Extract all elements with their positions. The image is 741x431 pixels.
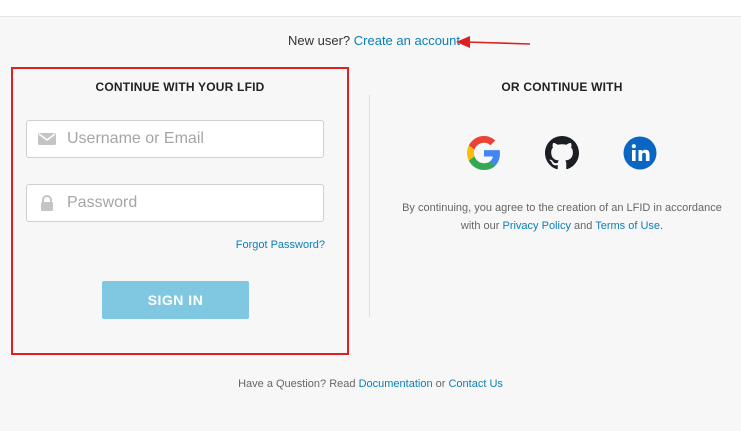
forgot-password-link[interactable]: Forgot Password? (236, 239, 325, 251)
lfid-section-title: CONTINUE WITH YOUR LFID (95, 80, 265, 94)
footer-or: or (435, 378, 446, 390)
lock-icon (41, 195, 53, 211)
envelope-icon (38, 133, 56, 145)
password-field-container (26, 184, 324, 222)
sign-in-button[interactable]: SIGN IN (102, 281, 249, 319)
linkedin-icon[interactable] (623, 136, 657, 170)
google-icon[interactable] (467, 136, 501, 170)
username-input[interactable] (67, 121, 317, 157)
documentation-link[interactable]: Documentation (359, 378, 433, 390)
privacy-policy-link[interactable]: Privacy Policy (502, 220, 570, 232)
username-field-container (26, 120, 324, 158)
red-arrow-annotation (456, 36, 531, 48)
social-section-title: OR CONTINUE WITH (501, 80, 623, 94)
github-icon[interactable] (545, 136, 579, 170)
new-user-text: New user? (288, 33, 351, 48)
footer-question: Have a Question? Read (238, 378, 356, 390)
contact-us-link[interactable]: Contact Us (448, 378, 502, 390)
agreement-and: and (574, 220, 593, 232)
vertical-divider (369, 95, 370, 317)
create-account-link[interactable]: Create an account (354, 33, 460, 48)
terms-of-use-link[interactable]: Terms of Use. (595, 220, 663, 232)
password-input[interactable] (67, 185, 317, 221)
footer: Have a Question? Read Documentation or C… (0, 378, 741, 390)
agreement-text: By continuing, you agree to the creation… (400, 199, 724, 235)
